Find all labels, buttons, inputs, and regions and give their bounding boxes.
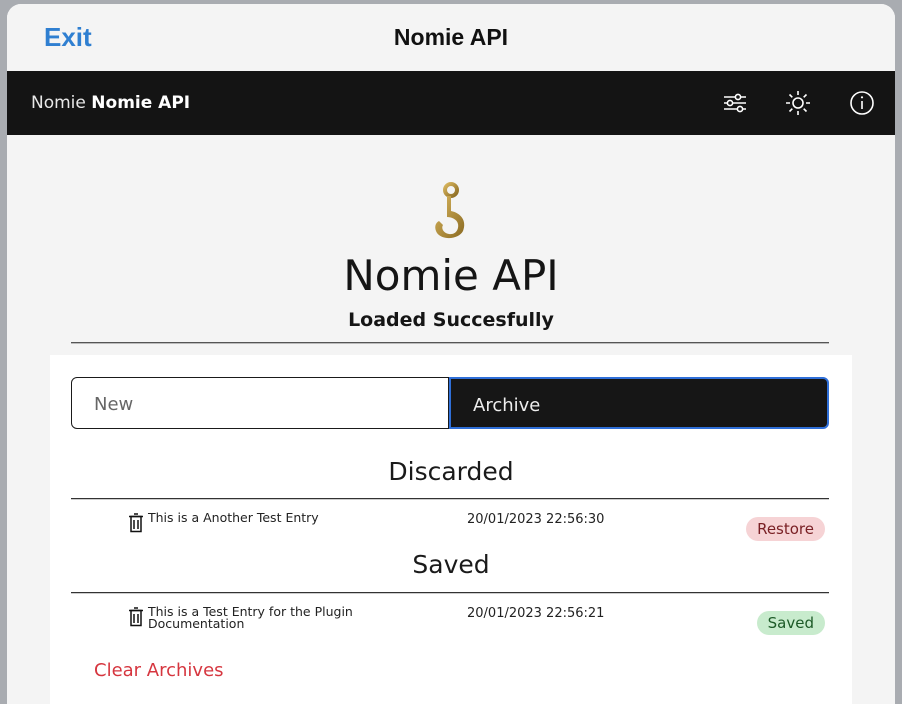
brand-name: Nomie API	[91, 93, 191, 113]
entry-date: 20/01/2023 22:56:30	[467, 512, 605, 527]
hero: Nomie API Loaded Succesfully	[7, 135, 895, 355]
list-item: This is a Test Entry for the Plugin Docu…	[71, 599, 829, 647]
clear-archives-button[interactable]: Clear Archives	[94, 660, 224, 681]
saved-divider	[71, 592, 829, 594]
hook-icon	[431, 181, 471, 247]
archive-panel: New Archive Discarded This is a Another …	[50, 355, 852, 704]
tab-new[interactable]: New	[71, 377, 449, 429]
api-title: Nomie API	[343, 251, 559, 300]
brand-prefix: Nomie	[31, 93, 86, 113]
modal-sheet: Exit Nomie API Nomie Nomie API Nomie API…	[7, 4, 895, 704]
sheet-title: Nomie API	[393, 24, 509, 50]
entry-text: This is a Test Entry for the Plugin Docu…	[148, 604, 353, 631]
tab-archive[interactable]: Archive	[449, 377, 829, 429]
entry-date: 20/01/2023 22:56:21	[467, 606, 605, 621]
sliders-icon[interactable]	[721, 89, 749, 117]
discarded-title: Discarded	[388, 457, 514, 486]
saved-badge[interactable]: Saved	[756, 611, 825, 635]
restore-button[interactable]: Restore	[746, 517, 825, 541]
sheet-header: Exit Nomie API	[7, 4, 895, 72]
tab-bar: New Archive	[71, 377, 829, 429]
info-icon[interactable]	[848, 89, 876, 117]
trash-icon[interactable]	[128, 607, 144, 631]
discarded-divider	[71, 498, 829, 500]
brand: Nomie Nomie API	[31, 93, 190, 113]
trash-icon[interactable]	[128, 513, 144, 537]
entry-text: This is a Another Test Entry	[148, 510, 319, 525]
list-item: This is a Another Test Entry 20/01/2023 …	[71, 505, 829, 553]
divider	[71, 342, 829, 344]
app-bar: Nomie Nomie API	[7, 71, 895, 135]
saved-title: Saved	[412, 550, 490, 579]
load-status: Loaded Succesfully	[348, 309, 554, 331]
brightness-icon[interactable]	[784, 89, 812, 117]
